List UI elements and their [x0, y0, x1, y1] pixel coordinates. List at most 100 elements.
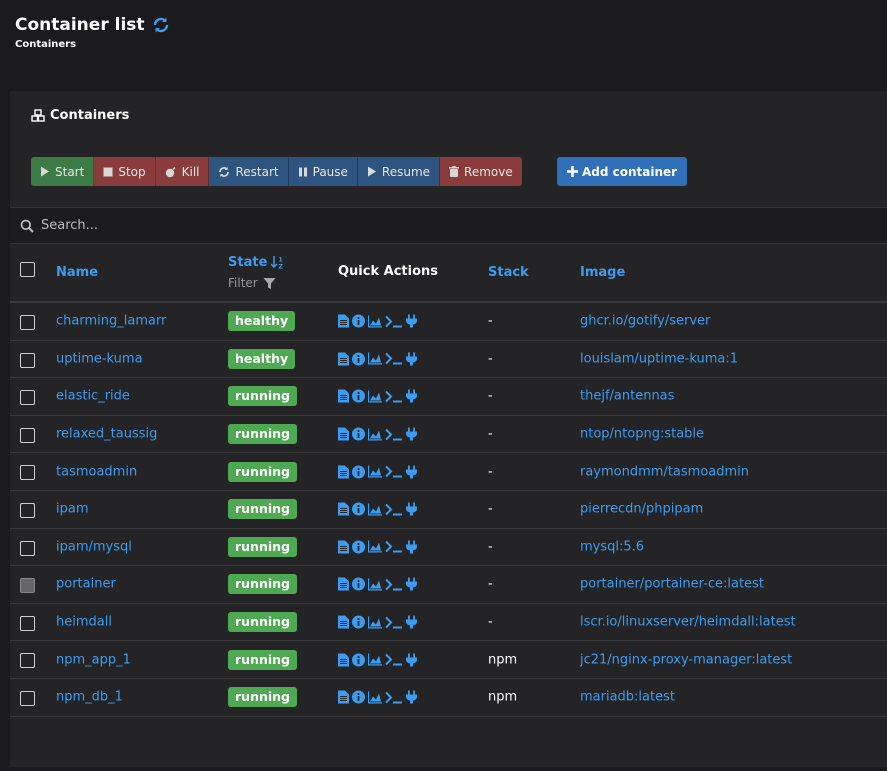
row-checkbox[interactable] — [20, 578, 35, 594]
column-state[interactable]: State 1Z — [228, 255, 285, 270]
info-icon[interactable] — [352, 653, 365, 667]
row-checkbox[interactable] — [20, 690, 35, 706]
console-icon[interactable] — [385, 541, 403, 553]
container-name[interactable]: portainer — [56, 577, 116, 592]
container-image[interactable]: portainer/portainer-ce:latest — [580, 577, 764, 592]
container-name[interactable]: ipam/mysql — [56, 539, 132, 554]
stats-icon[interactable] — [368, 428, 382, 441]
container-image[interactable]: ntop/ntopng:stable — [580, 427, 704, 442]
info-icon[interactable] — [352, 577, 365, 591]
row-checkbox[interactable] — [20, 653, 35, 669]
row-checkbox[interactable] — [20, 390, 35, 406]
info-icon[interactable] — [352, 615, 365, 629]
info-icon[interactable] — [352, 690, 365, 704]
container-name[interactable]: charming_lamarr — [56, 314, 166, 329]
container-image[interactable]: mariadb:latest — [580, 690, 675, 705]
column-stack[interactable]: Stack — [488, 265, 529, 280]
container-name[interactable]: elastic_ride — [56, 389, 130, 404]
stats-icon[interactable] — [368, 465, 382, 478]
console-icon[interactable] — [385, 465, 403, 478]
console-icon[interactable] — [385, 616, 403, 629]
info-icon[interactable] — [352, 540, 365, 554]
console-icon[interactable] — [385, 503, 403, 516]
attach-icon[interactable] — [406, 540, 417, 554]
attach-icon[interactable] — [406, 427, 417, 441]
console-icon[interactable] — [385, 428, 403, 441]
row-checkbox[interactable] — [20, 315, 35, 330]
container-name[interactable]: npm_app_1 — [56, 652, 131, 667]
stats-icon[interactable] — [368, 578, 382, 591]
logs-icon[interactable] — [338, 690, 349, 704]
console-icon[interactable] — [385, 315, 403, 328]
pause-button[interactable]: Pause — [288, 157, 358, 186]
attach-icon[interactable] — [406, 314, 417, 328]
container-image[interactable]: louislam/uptime-kuma:1 — [580, 351, 738, 366]
attach-icon[interactable] — [406, 577, 417, 591]
row-checkbox[interactable] — [20, 540, 35, 556]
restart-button[interactable]: Restart — [209, 157, 289, 186]
container-image[interactable]: ghcr.io/gotify/server — [580, 314, 710, 329]
info-icon[interactable] — [352, 502, 365, 516]
info-icon[interactable] — [352, 389, 365, 403]
stats-icon[interactable] — [368, 503, 382, 516]
console-icon[interactable] — [385, 353, 403, 365]
add-container-button[interactable]: Add container — [557, 157, 688, 186]
resume-button[interactable]: Resume — [357, 157, 441, 186]
attach-icon[interactable] — [406, 690, 417, 704]
container-name[interactable]: heimdall — [56, 615, 112, 630]
container-image[interactable]: pierrecdn/phpipam — [580, 502, 703, 517]
console-icon[interactable] — [385, 691, 403, 704]
container-name[interactable]: relaxed_taussig — [56, 427, 157, 442]
stats-icon[interactable] — [368, 653, 382, 666]
refresh-icon[interactable] — [152, 16, 170, 34]
attach-icon[interactable] — [406, 352, 417, 366]
start-button[interactable]: Start — [31, 157, 95, 186]
attach-icon[interactable] — [406, 653, 417, 667]
stats-icon[interactable] — [368, 616, 382, 629]
logs-icon[interactable] — [338, 615, 349, 629]
logs-icon[interactable] — [338, 502, 349, 516]
stats-icon[interactable] — [368, 540, 382, 553]
column-name[interactable]: Name — [56, 265, 98, 280]
attach-icon[interactable] — [406, 465, 417, 479]
stats-icon[interactable] — [368, 390, 382, 403]
attach-icon[interactable] — [406, 502, 417, 516]
select-all-checkbox[interactable] — [20, 262, 35, 277]
container-image[interactable]: raymondmm/tasmoadmin — [580, 464, 749, 479]
row-checkbox[interactable] — [20, 502, 35, 518]
state-filter[interactable]: Filter — [228, 276, 276, 290]
container-name[interactable]: ipam — [56, 502, 89, 517]
container-name[interactable]: tasmoadmin — [56, 464, 137, 479]
logs-icon[interactable] — [338, 653, 349, 667]
stats-icon[interactable] — [368, 352, 382, 365]
stop-button[interactable]: Stop — [94, 157, 156, 186]
console-icon[interactable] — [385, 653, 403, 666]
stats-icon[interactable] — [368, 315, 382, 328]
logs-icon[interactable] — [338, 427, 349, 441]
attach-icon[interactable] — [406, 389, 417, 403]
container-name[interactable]: npm_db_1 — [56, 690, 123, 705]
container-name[interactable]: uptime-kuma — [56, 351, 143, 366]
container-image[interactable]: jc21/nginx-proxy-manager:latest — [580, 652, 792, 667]
row-checkbox[interactable] — [20, 427, 35, 443]
console-icon[interactable] — [385, 390, 403, 403]
info-icon[interactable] — [352, 314, 365, 328]
info-icon[interactable] — [352, 352, 365, 366]
row-checkbox[interactable] — [20, 615, 35, 631]
column-image[interactable]: Image — [580, 265, 625, 280]
remove-button[interactable]: Remove — [440, 157, 522, 186]
container-image[interactable]: thejf/antennas — [580, 389, 674, 404]
console-icon[interactable] — [385, 578, 403, 591]
logs-icon[interactable] — [338, 465, 349, 479]
logs-icon[interactable] — [338, 352, 349, 366]
row-checkbox[interactable] — [20, 352, 35, 368]
kill-button[interactable]: Kill — [155, 157, 210, 186]
container-image[interactable]: lscr.io/linuxserver/heimdall:latest — [580, 615, 796, 630]
logs-icon[interactable] — [338, 577, 349, 591]
stats-icon[interactable] — [368, 691, 382, 704]
search-input[interactable] — [39, 217, 843, 234]
info-icon[interactable] — [352, 465, 365, 479]
logs-icon[interactable] — [338, 314, 349, 328]
info-icon[interactable] — [352, 427, 365, 441]
logs-icon[interactable] — [338, 540, 349, 554]
